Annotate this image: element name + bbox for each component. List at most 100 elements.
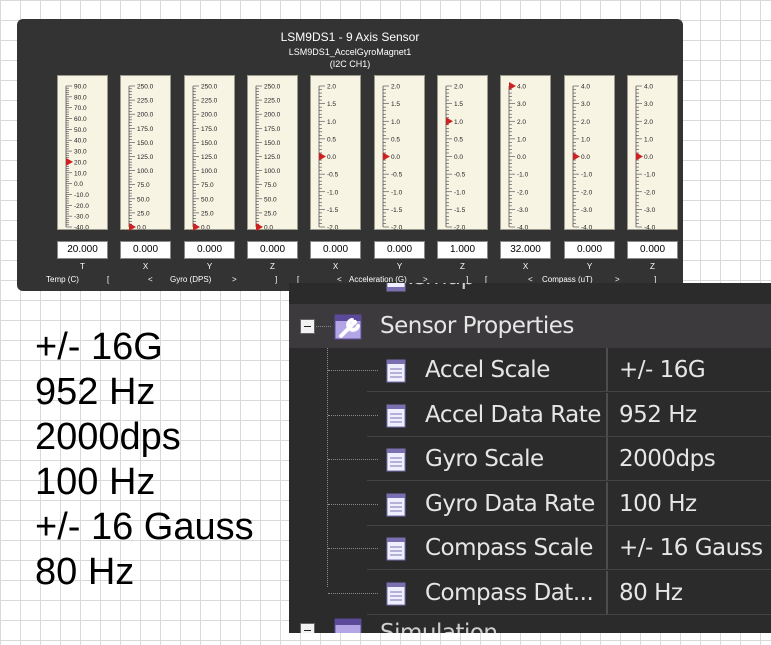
property-name: Gyro Data Rate: [425, 490, 595, 517]
tick-label: 250.0: [137, 84, 154, 91]
tree-connector: [316, 326, 331, 327]
tick-label: 50.0: [74, 127, 87, 134]
tick-label: -4.0: [581, 225, 593, 232]
value-readout: 0.000: [374, 241, 425, 259]
big-text-line: 100 Hz: [35, 461, 156, 503]
big-text-line: +/- 16 Gauss: [35, 506, 254, 548]
tick-label: 0.0: [644, 154, 653, 161]
tick-label: 0.5: [327, 136, 336, 143]
tick-label: -4.0: [517, 225, 529, 232]
property-icon: [386, 404, 406, 427]
property-value[interactable]: 100 Hz: [608, 482, 697, 526]
expand-toggle-simulation[interactable]: [300, 623, 315, 633]
panel-subtitle: LSM9DS1_AccelGyroMagnet1: [288, 47, 412, 57]
tick-label: 40.0: [74, 138, 87, 145]
tick-label: 150.0: [201, 140, 218, 147]
tick-label: 2.0: [581, 119, 590, 126]
tick-label: 90.0: [74, 84, 87, 91]
value-marker: [446, 117, 453, 126]
property-row[interactable]: Accel Data Rate 952 Hz: [289, 392, 771, 437]
tick-label: 70.0: [74, 105, 87, 112]
value-readout: 32.000: [500, 241, 551, 259]
tick-label: 125.0: [137, 154, 154, 161]
axis-label: X: [522, 262, 529, 271]
tree-connector: [328, 459, 378, 460]
value-readout: 0.000: [120, 241, 171, 259]
gyro-prev-button[interactable]: <: [148, 275, 153, 284]
property-grid[interactable]: Remap Sensor Properties Accel Scale+/- 1…: [289, 283, 771, 633]
gauge-scale: 2.0 1.5 1.0 0.5 0.0 -0.5 -1.0 -1.5 -2.0: [382, 84, 403, 231]
category-row-sensor-properties[interactable]: Sensor Properties: [289, 304, 771, 348]
property-name: Accel Scale: [425, 357, 550, 383]
tick-label: -2.0: [581, 189, 593, 196]
tick-label: 225.0: [264, 98, 281, 105]
gauge-6: 2.0 1.5 1.0 0.5 0.0 -0.5 -1.0 -1.5 -2.0: [437, 75, 488, 231]
gauge-scale: 250.0 225.0 200.0 175.0 150.0 125.0 100.0 75.0 5…: [192, 84, 218, 232]
axis-label: Z: [270, 262, 275, 271]
property-value[interactable]: +/- 16 Gauss: [608, 526, 763, 570]
gauge-2: 250.0 225.0 200.0 175.0 150.0 125.0 100.0 75.0 5…: [184, 75, 235, 232]
property-row[interactable]: Gyro Scale 2000dps: [289, 437, 771, 481]
row-divider: [367, 613, 771, 615]
tick-label: 4.0: [517, 84, 526, 91]
wrench-icon: [334, 314, 362, 340]
gauge-scale: 4.0 3.0 2.0 1.0 0.0 -1.0 -2.0 -3.0 -4.0: [572, 84, 593, 232]
tick-label: 75.0: [201, 182, 214, 189]
value-readout: 20.000: [57, 241, 108, 259]
value-readout: 0.000: [247, 241, 298, 259]
property-icon: [386, 359, 406, 383]
tick-label: 175.0: [137, 126, 154, 133]
tick-label: -1.5: [327, 207, 339, 214]
property-value[interactable]: 952 Hz: [608, 393, 697, 437]
tick-label: -1.0: [391, 189, 403, 196]
tick-label: 125.0: [201, 154, 218, 161]
property-value[interactable]: 80 Hz: [608, 571, 683, 615]
tick-label: 75.0: [137, 182, 150, 189]
tick-label: 3.0: [517, 101, 526, 108]
tick-label: -30.0: [74, 214, 89, 221]
property-name: Accel Data Rate: [425, 401, 601, 428]
tree-connector: [328, 414, 378, 416]
value-readout: 0.000: [184, 241, 235, 259]
tick-label: 1.5: [391, 101, 400, 108]
tick-label: -20.0: [74, 203, 89, 210]
tick-label: -3.0: [581, 207, 593, 214]
tick-label: 100.0: [201, 168, 218, 175]
tick-label: 2.0: [517, 119, 526, 126]
tree-connector: [328, 548, 378, 549]
property-row[interactable]: Accel Scale +/- 16G: [289, 348, 771, 392]
property-icon: [386, 582, 406, 605]
gauge-4: 2.0 1.5 1.0 0.5 0.0 -0.5 -1.0 -1.5 -2.0: [310, 75, 361, 231]
tick-label: -1.0: [644, 172, 656, 179]
axis-label: Y: [396, 262, 403, 271]
big-text-line: 80 Hz: [35, 551, 135, 593]
tick-label: 100.0: [264, 168, 281, 175]
group-label-temp: Temp (C): [46, 275, 79, 284]
group-label-gyro: Gyro (DPS): [170, 275, 212, 284]
tick-label: -1.5: [391, 207, 403, 214]
property-row[interactable]: Compass Scale +/- 16 Gauss: [289, 526, 771, 570]
big-text-line: 2000dps: [35, 416, 181, 458]
tick-label: 30.0: [74, 149, 87, 156]
property-value[interactable]: +/- 16G: [608, 348, 706, 392]
value-marker: [573, 152, 580, 161]
gyro-next-button[interactable]: >: [232, 275, 237, 284]
tick-label: 0.5: [454, 136, 463, 143]
tick-label: 0.0: [201, 225, 210, 232]
property-value[interactable]: 2000dps: [608, 437, 716, 481]
tick-label: -1.0: [581, 172, 593, 179]
property-row[interactable]: Compass Dat... 80 Hz: [289, 570, 771, 615]
tick-label: 1.0: [454, 119, 463, 126]
value-marker: [319, 152, 326, 161]
tick-label: 10.0: [74, 170, 87, 177]
tick-label: 0.0: [137, 225, 146, 232]
tick-label: 2.0: [391, 84, 400, 91]
gyro-open-bracket: [: [107, 275, 110, 284]
panel-title: LSM9DS1 - 9 Axis Sensor: [280, 30, 420, 44]
tick-label: -1.0: [454, 189, 466, 196]
tick-label: 100.0: [137, 168, 154, 175]
property-row[interactable]: Gyro Data Rate 100 Hz: [289, 481, 771, 526]
collapse-toggle[interactable]: [300, 319, 315, 334]
tick-label: 2.0: [327, 84, 336, 91]
gauge-scale: 250.0 225.0 200.0 175.0 150.0 125.0 100.0 75.0 5…: [255, 84, 281, 231]
